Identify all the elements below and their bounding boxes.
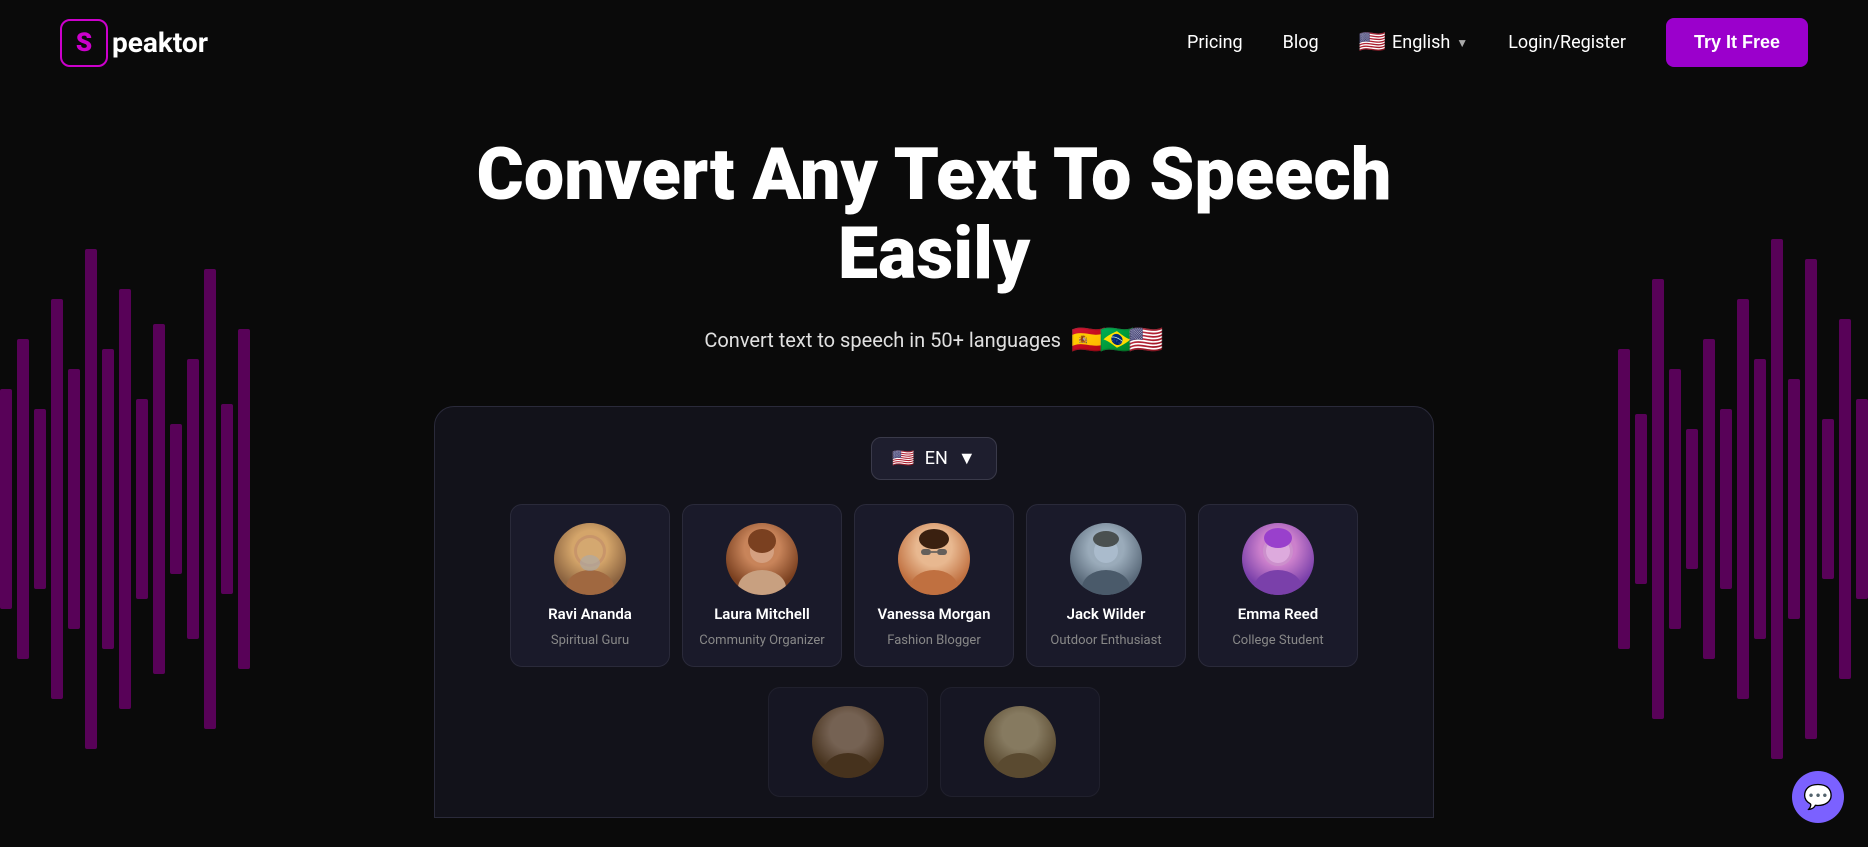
login-register-link[interactable]: Login/Register bbox=[1508, 32, 1626, 53]
avatar-bottom1 bbox=[812, 706, 884, 778]
voice-name-laura: Laura Mitchell bbox=[714, 605, 810, 623]
pricing-link[interactable]: Pricing bbox=[1187, 32, 1243, 53]
demo-card: 🇺🇸 EN ▼ Ravi Ananda Spiritual Guru bbox=[434, 406, 1434, 818]
logo-icon: S bbox=[60, 19, 108, 67]
us-flag-icon: 🇺🇸 bbox=[1359, 30, 1386, 55]
language-selector[interactable]: 🇺🇸 English ▼ bbox=[1359, 30, 1469, 55]
voice-role-ravi: Spiritual Guru bbox=[551, 633, 629, 648]
nav-links: Pricing Blog 🇺🇸 English ▼ Login/Register… bbox=[1187, 18, 1808, 67]
avatar-ravi bbox=[554, 523, 626, 595]
logo-name: peaktor bbox=[112, 26, 208, 59]
avatar-emma bbox=[1242, 523, 1314, 595]
voice-name-vanessa: Vanessa Morgan bbox=[878, 605, 991, 623]
avatar-bottom2 bbox=[984, 706, 1056, 778]
voice-role-laura: Community Organizer bbox=[699, 633, 824, 648]
navigation: S peaktor Pricing Blog 🇺🇸 English ▼ Logi… bbox=[0, 0, 1868, 85]
try-it-free-button[interactable]: Try It Free bbox=[1666, 18, 1808, 67]
blog-link[interactable]: Blog bbox=[1283, 32, 1319, 53]
language-flags: 🇪🇸 🇧🇷 🇺🇸 bbox=[1077, 323, 1164, 356]
voice-name-emma: Emma Reed bbox=[1238, 605, 1318, 623]
avatar-vanessa bbox=[898, 523, 970, 595]
language-label: English bbox=[1392, 32, 1450, 53]
lang-dropdown[interactable]: 🇺🇸 EN ▼ bbox=[871, 437, 996, 480]
chevron-down-icon: ▼ bbox=[1456, 36, 1468, 50]
voice-name-jack: Jack Wilder bbox=[1067, 605, 1146, 623]
dropdown-flag-icon: 🇺🇸 bbox=[892, 448, 914, 469]
avatar-jack bbox=[1070, 523, 1142, 595]
voice-card-laura[interactable]: Laura Mitchell Community Organizer bbox=[682, 504, 842, 667]
avatar-laura bbox=[726, 523, 798, 595]
voice-role-emma: College Student bbox=[1232, 633, 1323, 648]
voice-role-vanessa: Fashion Blogger bbox=[887, 633, 980, 648]
voices-grid: Ravi Ananda Spiritual Guru Laura Mitchel… bbox=[465, 504, 1403, 687]
voices-grid-row2 bbox=[465, 687, 1403, 817]
voice-card-jack[interactable]: Jack Wilder Outdoor Enthusiast bbox=[1026, 504, 1186, 667]
hero-title: Convert Any Text To Speech Easily bbox=[384, 135, 1484, 293]
hero-section: Convert Any Text To Speech Easily Conver… bbox=[0, 85, 1868, 356]
voice-role-jack: Outdoor Enthusiast bbox=[1050, 633, 1161, 648]
voice-card-vanessa[interactable]: Vanessa Morgan Fashion Blogger bbox=[854, 504, 1014, 667]
voice-card-bottom-1[interactable] bbox=[768, 687, 928, 797]
logo[interactable]: S peaktor bbox=[60, 19, 208, 67]
dropdown-chevron-icon: ▼ bbox=[958, 448, 976, 469]
chat-bubble-button[interactable]: 💬 bbox=[1792, 771, 1844, 823]
voice-card-emma[interactable]: Emma Reed College Student bbox=[1198, 504, 1358, 667]
dropdown-lang-label: EN bbox=[925, 448, 948, 469]
subtitle-text: Convert text to speech in 50+ languages bbox=[704, 328, 1061, 352]
voice-card-ravi[interactable]: Ravi Ananda Spiritual Guru bbox=[510, 504, 670, 667]
hero-subtitle: Convert text to speech in 50+ languages … bbox=[20, 323, 1848, 356]
us-flag-icon-2: 🇺🇸 bbox=[1129, 323, 1164, 356]
voice-card-bottom-2[interactable] bbox=[940, 687, 1100, 797]
chat-icon: 💬 bbox=[1803, 783, 1833, 811]
voice-name-ravi: Ravi Ananda bbox=[548, 605, 632, 623]
